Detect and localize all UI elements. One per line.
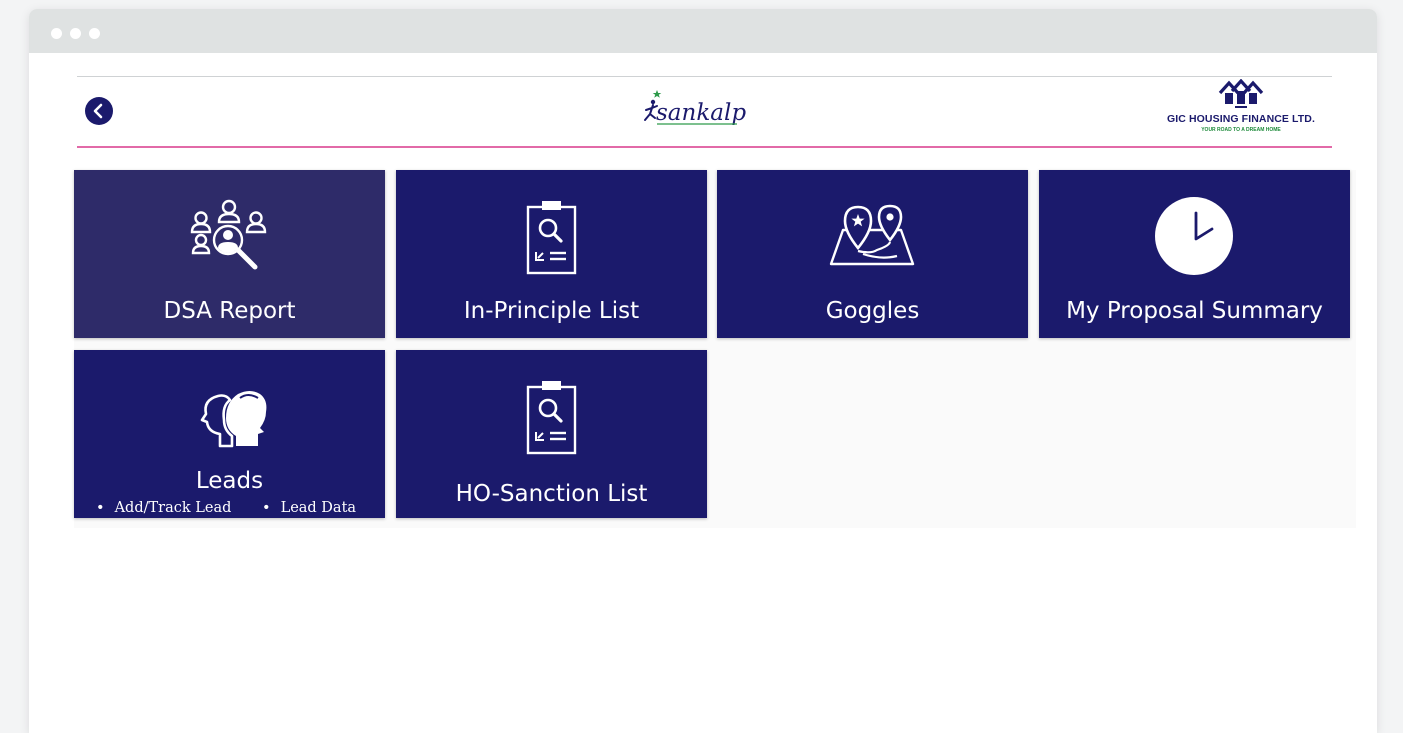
heads-profile-icon: [200, 391, 267, 448]
tile-leads[interactable]: Leads Add/Track Lead Lead Data: [74, 350, 385, 518]
house-logo-icon: [1218, 79, 1264, 108]
tile-label: In-Principle List: [463, 298, 640, 324]
tile-my-proposal-summary[interactable]: My Proposal Summary: [1039, 170, 1350, 338]
lead-data-link[interactable]: Lead Data: [262, 500, 357, 516]
brand-name: GIC HOUSING FINANCE LTD.: [1166, 113, 1316, 125]
people-search-icon: [190, 199, 267, 270]
add-track-lead-link[interactable]: Add/Track Lead: [96, 500, 232, 516]
tile-goggles[interactable]: Goggles: [717, 170, 1028, 338]
gic-housing-logo: GIC HOUSING FINANCE LTD. YOUR ROAD TO A …: [1155, 79, 1327, 137]
clipboard-search-icon: [526, 381, 577, 455]
map-pin-icon: [829, 204, 915, 266]
app-header: sankalp GIC HOUSING FINANCE LTD. YOUR RO…: [77, 76, 1332, 148]
sankalp-logo: sankalp: [641, 89, 757, 133]
tile-label: DSA Report: [163, 298, 296, 324]
tile-label: Leads: [195, 468, 264, 494]
chevron-left-icon: [93, 103, 103, 119]
browser-window: sankalp GIC HOUSING FINANCE LTD. YOUR RO…: [29, 9, 1377, 733]
window-dot-2: [70, 28, 81, 39]
tile-label: Goggles: [825, 298, 920, 324]
clipboard-search-icon: [526, 201, 577, 275]
tile-dsa-report[interactable]: DSA Report: [74, 170, 385, 338]
tile-label: My Proposal Summary: [1066, 298, 1323, 324]
clock-icon: [1155, 197, 1233, 275]
window-dot-3: [89, 28, 100, 39]
tile-label: HO-Sanction List: [455, 481, 648, 507]
tile-in-principle-list[interactable]: In-Principle List: [396, 170, 707, 338]
leads-subitems: Add/Track Lead Lead Data: [74, 500, 385, 516]
window-dot-1: [51, 28, 62, 39]
brand-tagline: YOUR ROAD TO A DREAM HOME: [1201, 127, 1281, 133]
window-titlebar: [29, 9, 1377, 53]
sankalp-logo-text: sankalp: [656, 100, 746, 126]
tile-ho-sanction-list[interactable]: HO-Sanction List: [396, 350, 707, 518]
back-button[interactable]: [85, 97, 113, 125]
page-content: sankalp GIC HOUSING FINANCE LTD. YOUR RO…: [29, 53, 1377, 733]
